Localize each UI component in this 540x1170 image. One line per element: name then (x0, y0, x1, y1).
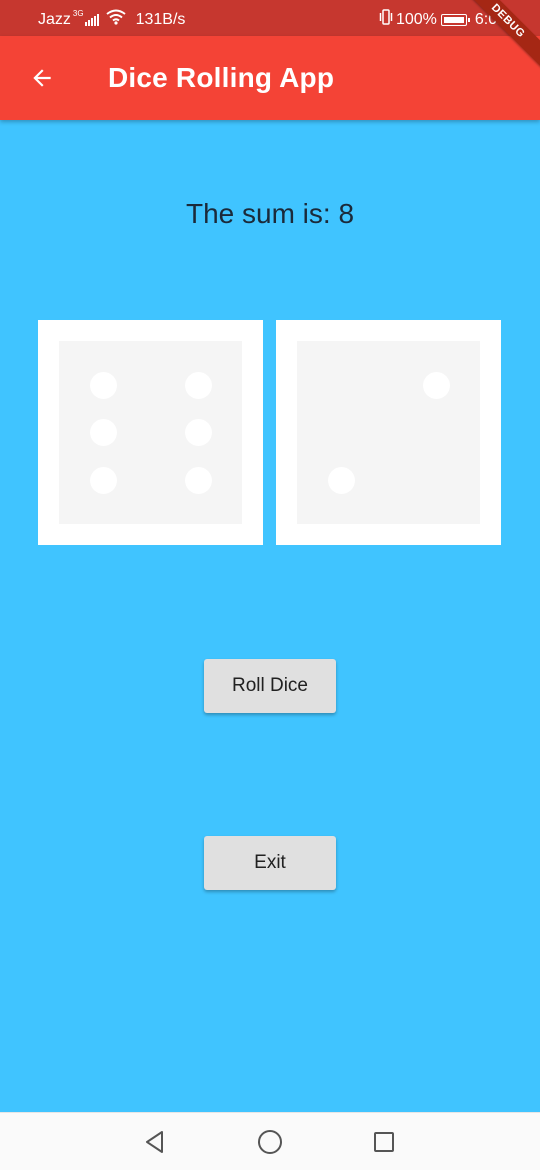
battery-percent: 100% (395, 10, 437, 28)
die-pip (90, 419, 117, 446)
carrier-name: Jazz (38, 10, 71, 28)
nav-home-icon (258, 1130, 282, 1154)
app-title: Dice Rolling App (108, 62, 335, 93)
status-left: Jazz 3G 131B/s (38, 9, 185, 30)
die-pip (90, 372, 117, 399)
navigation-bar (0, 1112, 540, 1170)
status-bar: Jazz 3G 131B/s 100% 6:02 (0, 0, 540, 36)
battery-icon (440, 13, 470, 26)
nav-recent-icon (374, 1132, 394, 1152)
nav-back-button[interactable] (140, 1127, 170, 1157)
left-die[interactable] (38, 320, 263, 545)
vibrate-icon (379, 9, 393, 30)
die-pip (185, 467, 212, 494)
die-pip (423, 372, 450, 399)
right-die[interactable] (276, 320, 501, 545)
die-pip (328, 467, 355, 494)
nav-home-button[interactable] (255, 1127, 285, 1157)
nav-back-icon (146, 1131, 163, 1153)
sum-text: The sum is: 8 (185, 198, 355, 229)
die-pip (185, 419, 212, 446)
arrow-back-icon (33, 69, 51, 87)
nav-recent-button[interactable] (369, 1127, 399, 1157)
wifi-icon (105, 9, 126, 30)
die-pip (90, 467, 117, 494)
back-button[interactable] (20, 56, 64, 100)
die-face (59, 341, 242, 524)
roll-dice-button[interactable]: Roll Dice (204, 659, 336, 713)
screen: Jazz 3G 131B/s 100% 6:02 DEBUG Dice Roll… (0, 0, 540, 1170)
app-bar: Dice Rolling App (0, 36, 540, 120)
exit-button[interactable]: Exit (204, 836, 336, 890)
network-type: 3G (72, 9, 84, 18)
signal-icon (84, 13, 100, 26)
die-face (297, 341, 480, 524)
network-speed: 131B/s (135, 10, 186, 28)
die-pip (185, 372, 212, 399)
